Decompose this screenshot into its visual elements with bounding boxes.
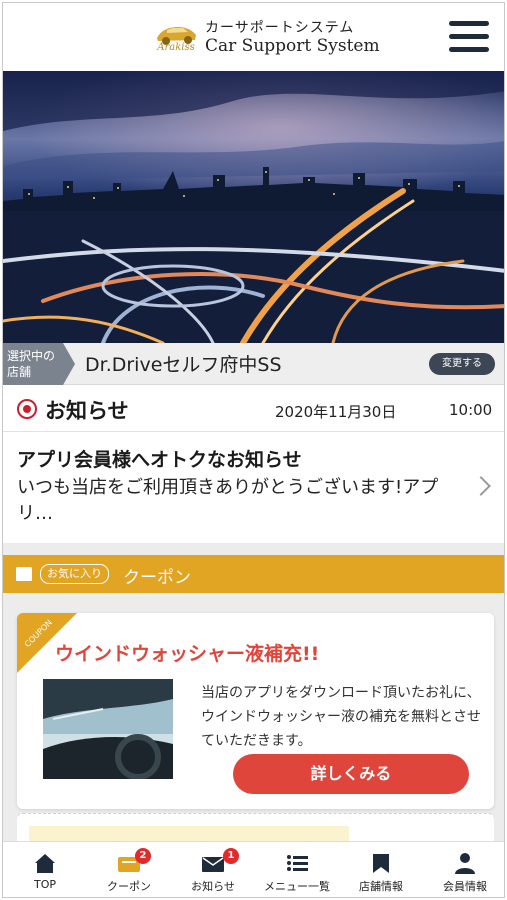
section-divider: [3, 543, 504, 555]
tab-top-label: TOP: [33, 878, 56, 891]
hero-city-night-image: [3, 71, 504, 343]
app-logo[interactable]: Arakiss カーサポートシステム Car Support System: [153, 16, 380, 60]
tab-news[interactable]: 1 お知らせ: [171, 842, 255, 897]
selected-store-tag: 選択中の 店舗: [3, 343, 75, 385]
change-store-button[interactable]: 変更する: [429, 353, 495, 375]
selected-store-bar: 選択中の 店舗 Dr.Driveセルフ府中SS 変更する: [3, 343, 504, 385]
list-icon: [287, 855, 308, 871]
ticket-icon: [16, 567, 32, 581]
tab-menu-label: メニュー一覧: [264, 880, 330, 893]
coupon-windshield-image: [43, 679, 173, 779]
news-item-title: アプリ会員様へオトクなお知らせ: [17, 449, 302, 471]
store-icon: [373, 854, 389, 873]
record-dot-icon: [17, 399, 37, 419]
favorite-tag: お気に入り: [40, 564, 109, 584]
coupon-section-title: クーポン: [123, 568, 191, 588]
tab-coupon-label: クーポン: [107, 880, 151, 893]
mail-icon: [202, 857, 224, 872]
app-screen: Arakiss カーサポートシステム Car Support System 選択…: [2, 2, 505, 898]
news-section-title: お知らせ: [45, 399, 129, 423]
person-icon: [455, 853, 475, 874]
news-header: お知らせ 2020年11月30日 10:00: [3, 386, 504, 432]
tab-member-label: 会員情報: [443, 880, 487, 893]
app-header: Arakiss カーサポートシステム Car Support System: [3, 3, 504, 71]
coupon-next-strip: [29, 826, 349, 841]
coupon-badge: 2: [135, 848, 151, 864]
tab-store[interactable]: 店舗情報: [339, 842, 423, 897]
news-item-body: いつも当店をご利用頂きありがとうございます!アプリ…: [17, 477, 439, 524]
store-tag-line1: 選択中の: [7, 349, 56, 363]
logo-japanese-text: カーサポートシステム: [205, 20, 355, 36]
chevron-right-icon: [471, 476, 491, 496]
news-badge: 1: [223, 848, 239, 864]
hamburger-icon[interactable]: [449, 19, 489, 55]
news-list-item[interactable]: アプリ会員様へオトクなお知らせ いつも当店をご利用頂きありがとうございます!アプ…: [3, 433, 504, 543]
tab-top[interactable]: TOP: [3, 842, 87, 897]
news-date: 2020年11月30日: [275, 403, 397, 421]
coupon-card-next[interactable]: [17, 813, 494, 841]
home-icon: [35, 854, 55, 873]
news-time: 10:00: [449, 401, 493, 419]
tab-store-label: 店舗情報: [359, 880, 403, 893]
store-name: Dr.Driveセルフ府中SS: [85, 354, 282, 376]
coupon-title: ウインドウォッシャー液補充!!: [55, 643, 320, 665]
coupon-section-header: お気に入り クーポン: [3, 555, 504, 593]
store-tag-line2: 店舗: [7, 365, 32, 379]
coupon-details-button[interactable]: 詳しくみる: [233, 754, 469, 794]
coupon-description: 当店のアプリをダウンロード頂いたお礼に、ウインドウォッシャー液の補充を無料とさせ…: [201, 685, 481, 749]
logo-english-text: Car Support System: [205, 36, 380, 56]
coupon-list: COUPON ウインドウォッシャー液補充!! 当店のアプリをダウンロード頂いたお…: [3, 593, 504, 841]
tab-menu[interactable]: メニュー一覧: [255, 842, 339, 897]
logo-brand-text: Arakiss: [157, 42, 195, 53]
tab-news-label: お知らせ: [191, 880, 235, 893]
tab-coupon[interactable]: 2 クーポン: [87, 842, 171, 897]
bottom-tab-bar: TOP 2 クーポン 1 お知らせ メニュー一覧 店舗情報 会員情報: [3, 841, 504, 897]
tab-member[interactable]: 会員情報: [423, 842, 504, 897]
coupon-card[interactable]: COUPON ウインドウォッシャー液補充!! 当店のアプリをダウンロード頂いたお…: [17, 613, 494, 809]
